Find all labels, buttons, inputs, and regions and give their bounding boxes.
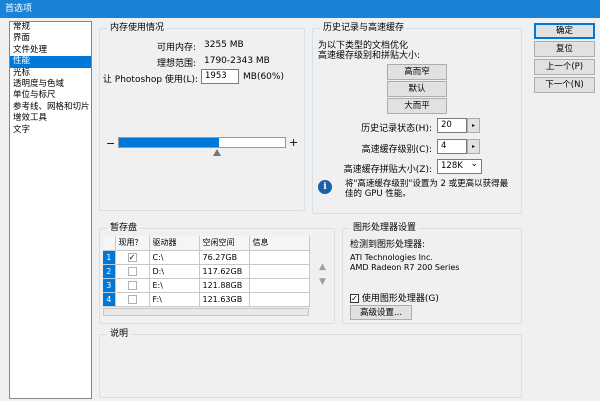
memory-slider-track[interactable]	[118, 137, 286, 148]
available-ram-value: 3255 MB	[204, 40, 244, 50]
history-states-label: 历史记录状态(H):	[361, 124, 432, 134]
scratch-disk-checkbox[interactable]: ✓	[127, 252, 137, 262]
row-free-space: 117.62GB	[199, 264, 250, 279]
window-title: 首选项	[5, 4, 33, 14]
scratch-disk-checkbox[interactable]	[127, 280, 137, 290]
use-gpu-checkbox-row[interactable]: ✓ 使用图形处理器(G)	[350, 291, 439, 304]
memory-slider-thumb[interactable]	[213, 149, 221, 156]
ideal-range-value: 1790-2343 MB	[204, 56, 270, 66]
table-row[interactable]: 1 ✓ C:\ 76.27GB	[103, 250, 310, 265]
memory-usage-group: 内存使用情况	[99, 22, 305, 211]
tile-size-value: 128K	[441, 161, 463, 171]
memory-use-suffix: MB(60%)	[243, 72, 284, 82]
tall-thin-button[interactable]: 高而窄	[387, 64, 447, 80]
row-active-cell: ✓	[115, 250, 150, 265]
row-info	[249, 278, 310, 293]
prev-button[interactable]: 上一个(P)	[534, 59, 595, 75]
ok-button[interactable]: 确定	[534, 23, 595, 39]
row-number: 1	[103, 250, 116, 265]
sidebar: 常规 界面 文件处理 性能 光标 透明度与色域 单位与标尺 参考线、网格和切片 …	[9, 21, 92, 399]
memory-increase-icon[interactable]: +	[289, 136, 298, 149]
gpu-settings-title: 图形处理器设置	[350, 222, 420, 234]
description-title: 说明	[107, 328, 132, 340]
cache-levels-label: 高速缓存级别(C):	[361, 145, 432, 155]
tile-size-select[interactable]: 128K ⌄	[437, 159, 482, 174]
row-info	[249, 292, 310, 307]
info-icon: i	[318, 180, 332, 194]
tile-size-label: 高速缓存拼贴大小(Z):	[343, 165, 432, 175]
row-free-space: 121.88GB	[199, 278, 250, 293]
row-active-cell	[115, 292, 150, 307]
table-header-drive: 驱动器	[149, 236, 200, 251]
history-cache-title: 历史记录与高速缓存	[320, 22, 408, 34]
sidebar-item-units-rulers[interactable]: 单位与标尺	[10, 90, 91, 101]
row-number: 4	[103, 292, 116, 307]
row-active-cell	[115, 264, 150, 279]
memory-usage-title: 内存使用情况	[107, 22, 168, 34]
row-number: 2	[103, 264, 116, 279]
sidebar-item-interface[interactable]: 界面	[10, 33, 91, 44]
gpu-cache-info-text: 将"高速缓存级别"设置为 2 或更高以获得最佳的 GPU 性能。	[345, 179, 509, 199]
gpu-model: AMD Radeon R7 200 Series	[350, 263, 460, 272]
row-drive: F:\	[149, 292, 200, 307]
big-flat-button[interactable]: 大而平	[387, 98, 447, 114]
description-group: 说明	[99, 328, 522, 398]
table-row[interactable]: 4 F:\ 121.63GB	[103, 292, 310, 307]
row-free-space: 76.27GB	[199, 250, 250, 265]
move-down-icon[interactable]: ▼	[319, 277, 326, 287]
table-header-info: 信息	[249, 236, 310, 251]
table-header-row: 现用？ 驱动器 空闲空间 信息	[103, 236, 310, 251]
sidebar-item-general[interactable]: 常规	[10, 22, 91, 33]
row-drive: E:\	[149, 278, 200, 293]
sidebar-item-cursors[interactable]: 光标	[10, 68, 91, 79]
table-header-free-space: 空闲空间	[199, 236, 250, 251]
row-drive: C:\	[149, 250, 200, 265]
memory-decrease-icon[interactable]: −	[106, 137, 115, 150]
table-header-num	[103, 236, 116, 251]
table-row[interactable]: 3 E:\ 121.88GB	[103, 278, 310, 293]
available-ram-label: 可用内存:	[156, 43, 196, 53]
sidebar-item-file-handling[interactable]: 文件处理	[10, 45, 91, 56]
table-row[interactable]: 2 D:\ 117.62GB	[103, 264, 310, 279]
sidebar-item-plugins[interactable]: 增效工具	[10, 113, 91, 124]
scratch-disks-title: 暂存盘	[107, 222, 141, 234]
optimize-description-line2: 高速缓存级别和拼贴大小:	[318, 51, 421, 61]
scratch-disks-table: 现用？ 驱动器 空闲空间 信息 1 ✓ C:\ 76.27GB 2 D:\ 11…	[103, 236, 310, 307]
cache-levels-input[interactable]: 4	[437, 139, 467, 154]
sidebar-item-type[interactable]: 文字	[10, 125, 91, 136]
row-active-cell	[115, 278, 150, 293]
table-scrollbar[interactable]	[103, 308, 309, 316]
window-title-bar: 首选项	[0, 0, 600, 18]
history-states-input[interactable]: 20	[437, 118, 467, 133]
row-number: 3	[103, 278, 116, 293]
reset-button[interactable]: 复位	[534, 41, 595, 57]
row-free-space: 121.63GB	[199, 292, 250, 307]
info-icon-glyph: i	[323, 182, 327, 192]
memory-use-input[interactable]: 1953	[201, 69, 239, 84]
table-header-active: 现用？	[115, 236, 150, 251]
default-button[interactable]: 默认	[387, 81, 447, 97]
memory-slider-fill	[119, 138, 219, 147]
chevron-down-icon: ⌄	[470, 159, 478, 169]
next-button[interactable]: 下一个(N)	[534, 77, 595, 93]
scratch-disk-checkbox[interactable]	[127, 266, 137, 276]
cache-levels-spin-icon[interactable]: ▸	[467, 139, 480, 154]
history-states-spin-icon[interactable]: ▸	[467, 118, 480, 133]
detected-gpu-label: 检测到图形处理器:	[350, 240, 426, 250]
row-info	[249, 250, 310, 265]
scratch-disk-checkbox[interactable]	[127, 294, 137, 304]
sidebar-item-transparency[interactable]: 透明度与色域	[10, 79, 91, 90]
row-drive: D:\	[149, 264, 200, 279]
ideal-range-label: 理想范围:	[156, 59, 196, 69]
move-up-icon[interactable]: ▲	[319, 262, 326, 272]
sidebar-item-guides-grid[interactable]: 参考线、网格和切片	[10, 102, 91, 113]
row-info	[249, 264, 310, 279]
use-gpu-label: 使用图形处理器(G)	[361, 294, 439, 304]
photoshop-use-label: 让 Photoshop 使用(L):	[102, 75, 198, 85]
use-gpu-checkbox[interactable]: ✓	[350, 294, 359, 303]
gpu-vendor: ATI Technologies Inc.	[350, 253, 433, 262]
advanced-settings-button[interactable]: 高级设置...	[350, 305, 412, 320]
sidebar-item-performance[interactable]: 性能	[10, 56, 91, 68]
